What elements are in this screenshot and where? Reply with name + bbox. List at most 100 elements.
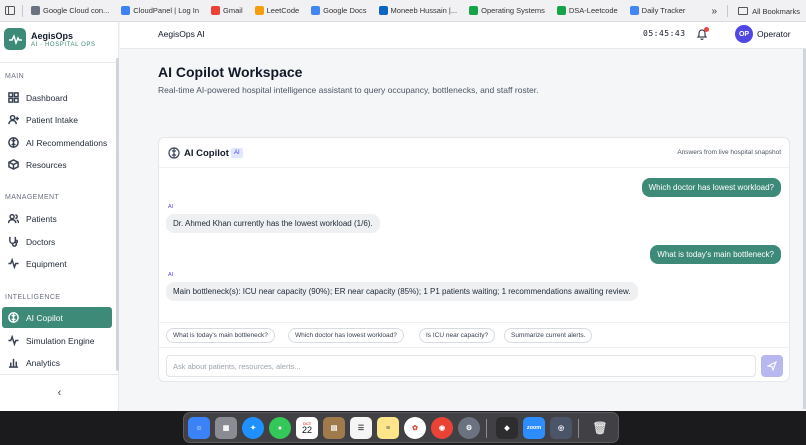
brand-name: AegisOps <box>31 30 74 41</box>
calendar-icon[interactable]: OCT 22 <box>296 417 318 439</box>
dock: ☺ ▦ ✦ ● OCT 22 ▤ ☰ ≡ ✿ ◉ ⚙ ◆ zoom ◎ 🗑 <box>183 412 619 443</box>
chrome-icon[interactable]: ◉ <box>431 417 453 439</box>
gmail-icon <box>211 6 221 15</box>
linkedin-icon <box>378 6 388 15</box>
cube-app-icon[interactable]: ◆ <box>496 417 518 439</box>
bookmarks-right: » All Bookmarks <box>712 0 800 22</box>
collapse-sidebar-button[interactable]: ‹ <box>0 374 119 411</box>
sidebar-item-label: Resources <box>26 159 67 170</box>
sidebar-item-patient-intake[interactable]: Patient Intake <box>2 109 112 130</box>
bookmark-item[interactable]: CloudPanel | Log In <box>115 0 205 22</box>
messages-icon[interactable]: ● <box>269 417 291 439</box>
copilot-header: AI Copilot AI Answers from live hospital… <box>159 138 789 168</box>
preview-icon[interactable]: ◎ <box>550 417 572 439</box>
sidebar-item-dashboard[interactable]: Dashboard <box>2 87 112 108</box>
sidebar-item-label: Equipment <box>26 258 67 269</box>
notes-icon[interactable]: ≡ <box>377 417 399 439</box>
docs-icon <box>311 6 321 15</box>
bookmark-item[interactable]: Google Docs <box>305 0 372 22</box>
bookmark-item[interactable]: Moneeb Hussain |... <box>373 0 464 22</box>
sidebar-item-analytics[interactable]: Analytics <box>2 352 112 373</box>
user-message: What is today's main bottleneck? <box>650 245 781 264</box>
resources-icon <box>8 159 19 170</box>
more-bookmarks-button[interactable]: » <box>712 6 718 17</box>
zoom-icon[interactable]: zoom <box>523 417 545 439</box>
bookmark-label: Google Docs <box>323 6 367 15</box>
bookmark-label: Daily Tracker <box>641 6 686 15</box>
zoom-label: zoom <box>526 425 542 431</box>
sidebar-item-label: Patients <box>26 213 57 224</box>
top-bar: AegisOps AI 05:45:43 OP Operator <box>120 22 806 49</box>
suggestion-chip[interactable]: Which doctor has lowest workload? <box>288 328 404 343</box>
simulation-icon <box>8 335 19 346</box>
safari-icon[interactable]: ✦ <box>242 417 264 439</box>
avatar[interactable]: OP <box>735 25 753 43</box>
leetcode-icon <box>254 6 264 15</box>
chat-input[interactable] <box>166 355 756 377</box>
bookmark-item[interactable]: Daily Tracker <box>624 0 692 22</box>
send-button[interactable] <box>761 355 783 377</box>
suggestion-chips: What is today's main bottleneck? Which d… <box>159 322 789 347</box>
analytics-icon <box>8 358 19 368</box>
reminders-icon[interactable]: ☰ <box>350 417 372 439</box>
bookmarks-divider <box>727 5 729 17</box>
sidebar-toggle-icon[interactable] <box>0 0 20 22</box>
suggestion-chip[interactable]: What is today's main bottleneck? <box>166 328 275 343</box>
cloudpanel-icon <box>121 6 131 15</box>
ai-tag: AI <box>168 272 174 278</box>
youtube-icon <box>556 6 566 15</box>
sidebar-scrollbar[interactable] <box>116 58 119 371</box>
send-icon <box>767 361 777 371</box>
sidebar: AegisOps AI · HOSPITAL OPS MAIN Dashboar… <box>0 22 119 411</box>
bookmark-item[interactable]: Gmail <box>205 0 249 22</box>
trash-icon[interactable]: 🗑 <box>589 417 611 439</box>
sidebar-item-patients[interactable]: Patients <box>2 208 112 229</box>
ai-tag: AI <box>168 204 174 210</box>
chevron-left-icon: ‹ <box>57 387 62 399</box>
copilot-icon <box>168 147 180 159</box>
copilot-title: AI Copilot <box>184 148 229 159</box>
user-message: Which doctor has lowest workload? <box>641 178 781 197</box>
brand[interactable]: AegisOps AI · HOSPITAL OPS <box>4 28 96 50</box>
dock-divider <box>578 419 579 438</box>
page-title: AI Copilot Workspace <box>158 64 303 80</box>
bookmark-item[interactable]: Operating Systems <box>463 0 551 22</box>
bookmark-label: Gmail <box>223 6 243 15</box>
notification-dot <box>704 27 709 32</box>
calendar-day: 22 <box>301 424 312 435</box>
bookmark-label: DSA-Leetcode <box>568 6 618 15</box>
all-bookmarks-button[interactable]: All Bookmarks <box>738 7 800 16</box>
clock: 05:45:43 <box>643 29 686 38</box>
suggestion-chip[interactable]: Is ICU near capacity? <box>419 328 496 343</box>
sidebar-item-label: Analytics <box>26 357 61 368</box>
globe-icon <box>31 6 40 15</box>
section-label-intelligence: INTELLIGENCE <box>5 294 61 301</box>
sidebar-item-doctors[interactable]: Doctors <box>2 231 112 252</box>
bookmark-label: LeetCode <box>266 6 300 15</box>
snapshot-note: Answers from live hospital snapshot <box>677 149 781 156</box>
contacts-icon[interactable]: ▤ <box>323 417 345 439</box>
bookmark-item[interactable]: Google Cloud con... <box>25 0 115 22</box>
settings-icon[interactable]: ⚙ <box>458 417 480 439</box>
bookmark-item[interactable]: LeetCode <box>249 0 306 22</box>
sidebar-divider <box>0 62 119 63</box>
photos-icon[interactable]: ✿ <box>404 417 426 439</box>
sidebar-item-label: AI Recommendations <box>26 137 108 148</box>
sidebar-item-ai-recommendations[interactable]: AI Recommendations <box>2 132 112 153</box>
folder-icon <box>738 7 749 15</box>
sidebar-item-simulation-engine[interactable]: Simulation Engine <box>2 330 112 351</box>
suggestion-chip[interactable]: Summarize current alerts. <box>504 328 593 343</box>
patients-icon <box>8 213 19 224</box>
bookmarks-divider <box>22 4 23 17</box>
bookmark-item[interactable]: DSA-Leetcode <box>551 0 624 22</box>
sidebar-item-resources[interactable]: Resources <box>2 154 112 175</box>
sidebar-item-label: Doctors <box>26 236 56 247</box>
launchpad-icon[interactable]: ▦ <box>215 417 237 439</box>
ai-message: Dr. Ahmed Khan currently has the lowest … <box>166 214 380 233</box>
sidebar-item-equipment[interactable]: Equipment <box>2 253 112 274</box>
dashboard-icon <box>8 92 19 103</box>
finder-icon[interactable]: ☺ <box>188 417 210 439</box>
sidebar-item-ai-copilot[interactable]: AI Copilot <box>2 307 112 328</box>
user-name[interactable]: Operator <box>757 29 791 39</box>
brand-subtitle: AI · HOSPITAL OPS <box>31 41 96 48</box>
